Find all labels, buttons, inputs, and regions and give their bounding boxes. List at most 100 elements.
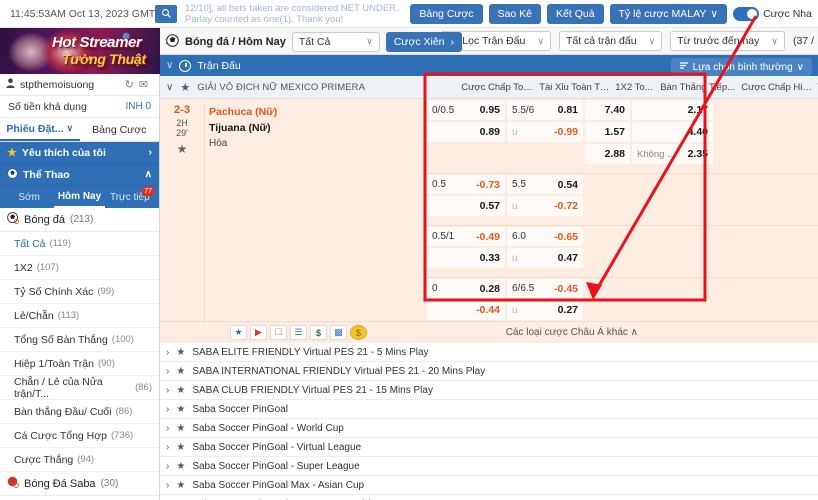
tab-today[interactable]: Hôm Nay	[54, 186, 105, 208]
odds-cell-1x2-draw[interactable]: 1.57	[585, 122, 630, 142]
quick-bet-toggle[interactable]: Cược Nha	[733, 6, 812, 21]
star-icon[interactable]: ★	[180, 81, 190, 94]
star-icon[interactable]: ★	[176, 366, 185, 377]
tab-bet-ticket[interactable]: Phiếu Đặt... ∨	[0, 118, 80, 141]
bet-slip-button[interactable]: Bảng Cược	[410, 3, 483, 24]
tab-bet-list[interactable]: Bảng Cược	[80, 118, 160, 141]
hot-streamer-banner[interactable]: Hot Streamer Tường Thuật	[0, 28, 160, 74]
star-icon[interactable]: ★	[160, 142, 204, 156]
bar-chart-icon[interactable]: ▩	[330, 325, 347, 340]
market-count: (99)	[97, 286, 115, 297]
list-item[interactable]: ›★Saba Soccer PinGoal Max - Copa América	[160, 495, 818, 500]
search-icon[interactable]	[155, 4, 177, 23]
odds-cell-under[interactable]: u -0.99	[507, 122, 583, 142]
date-range-dropdown[interactable]: Từ trước đến nay ∨	[670, 31, 785, 51]
sidebar-market-half-odd-even[interactable]: Chẵn / Lẻ của Nửa trận/T... (86)	[0, 376, 159, 400]
odds-cell-under[interactable]: u 0.47	[507, 248, 583, 268]
tab-live[interactable]: Trực tiếp 77	[105, 186, 155, 208]
sidebar-item-favorites[interactable]: ★ Yêu thích của tôi ›	[0, 142, 159, 164]
odds-cell-over[interactable]: 5.5 0.54	[507, 175, 583, 194]
x2-odd: 1.57	[604, 126, 625, 138]
stats-table-icon[interactable]: ☰	[290, 325, 307, 340]
mail-icon[interactable]: ✉	[139, 78, 148, 91]
chevron-right-icon[interactable]: ›	[166, 442, 169, 453]
star-icon[interactable]: ★	[176, 480, 185, 491]
statement-button[interactable]: Sao Kê	[488, 3, 542, 24]
list-item[interactable]: › ★ SABA ELITE FRIENDLY Virtual PES 21 - 5…	[160, 343, 818, 362]
star-icon[interactable]: ★	[176, 347, 185, 358]
all-matches-dropdown[interactable]: Tất cả trận đấu ∨	[558, 31, 663, 51]
list-item[interactable]: › ★ Saba Soccer PinGoal Max - Asian Cup	[160, 476, 818, 495]
odds-cell-empty	[585, 248, 630, 268]
odds-cell-over[interactable]: 5.5/6 0.81	[507, 100, 583, 120]
play-icon[interactable]: ▶	[250, 325, 267, 340]
odds-cell-under[interactable]: u 0.27	[507, 300, 583, 320]
odds-cell-next-goal-1[interactable]: 2.17	[632, 100, 713, 120]
normal-selection-dropdown[interactable]: Lựa chọn bình thường ∨	[670, 58, 812, 76]
coin-icon[interactable]: $	[350, 325, 367, 340]
category-select[interactable]: Tất Cả ∨	[291, 31, 380, 52]
sidebar-market-odd-even[interactable]: Lẻ/Chẵn (113)	[0, 304, 159, 328]
list-item[interactable]: › ★ Saba Soccer PinGoal	[160, 400, 818, 419]
list-item[interactable]: › ★ SABA CLUB FRIENDLY Virtual PES 21 - 15…	[160, 381, 818, 400]
sidebar-market-1x2[interactable]: 1X2 (107)	[0, 256, 159, 280]
odds-cell-handicap[interactable]: 0.5/1 -0.49	[427, 227, 505, 246]
list-item[interactable]: › ★ SABA INTERNATIONAL FRIENDLY Virtual PE…	[160, 362, 818, 381]
sidebar-market-first-last-goal[interactable]: Bàn thắng Đầu/ Cuối (86)	[0, 400, 159, 424]
chevron-right-icon[interactable]: ›	[166, 423, 169, 434]
user-account-row[interactable]: stpthemoisuong ↻ ✉ chevron-down-icon	[0, 74, 159, 96]
odds-cell-next-goal-none[interactable]: Không ... 2.35	[632, 144, 713, 164]
sidebar-market-half-full[interactable]: Hiệp 1/Toàn Trận (90)	[0, 352, 159, 376]
sidebar-market-total-goals[interactable]: Tổng Số Bàn Thắng (100)	[0, 328, 159, 352]
list-item[interactable]: › ★ Saba Soccer PinGoal - World Cup	[160, 419, 818, 438]
odds-cell-handicap-away[interactable]: 0.89	[427, 122, 505, 142]
star-icon[interactable]: ★	[176, 442, 185, 453]
list-item[interactable]: › ★ Saba Soccer PinGoal - Virtual League	[160, 438, 818, 457]
chevron-right-icon[interactable]: ›	[166, 366, 169, 377]
chevron-right-icon[interactable]: ›	[166, 480, 169, 491]
tab-early[interactable]: Sớm	[4, 186, 54, 208]
odds-cell-empty	[585, 279, 630, 298]
odds-row: 2.88 Không ... 2.35	[427, 143, 818, 165]
sidebar-market-all[interactable]: Tất Cả (119)	[0, 232, 159, 256]
dollar-icon[interactable]: $	[310, 325, 327, 340]
odds-cell-next-goal-2[interactable]: 4.40	[632, 122, 713, 142]
chevron-down-icon[interactable]: ∨	[166, 60, 173, 71]
chevron-right-icon[interactable]: ›	[166, 461, 169, 472]
parlay-button[interactable]: Cược Xiên ›	[385, 31, 463, 52]
list-item[interactable]: › ★ Saba Soccer PinGoal - Super League	[160, 457, 818, 476]
odds-type-dropdown[interactable]: Tỷ lệ cược MALAY ∨	[609, 3, 728, 24]
other-asian-markets-link[interactable]: Các loại cược Châu Á khác ∧	[367, 327, 818, 338]
tv-icon[interactable]: ☐	[270, 325, 287, 340]
odds-cell-under[interactable]: u -0.72	[507, 196, 583, 216]
sidebar-item-sports[interactable]: Thể Thao ∧	[0, 164, 159, 186]
odds-cell-1x2-away[interactable]: 2.88	[585, 144, 630, 164]
odds-cell-handicap-away[interactable]: 0.57	[427, 196, 505, 216]
sidebar-market-correct-score[interactable]: Tỷ Số Chính Xác (99)	[0, 280, 159, 304]
results-button[interactable]: Kết Quả	[547, 3, 604, 24]
star-icon[interactable]: ★	[176, 423, 185, 434]
odds-cell-handicap[interactable]: 0/0.5 0.95	[427, 100, 505, 120]
sidebar-sport-football[interactable]: Bóng đá (213)	[0, 208, 159, 232]
refresh-icon[interactable]: ↻	[125, 78, 134, 91]
star-icon[interactable]: ★	[176, 385, 185, 396]
star-icon[interactable]: ★	[176, 404, 185, 415]
chevron-right-icon[interactable]: ›	[166, 347, 169, 358]
league-list: › ★ SABA ELITE FRIENDLY Virtual PES 21 - 5…	[160, 343, 818, 500]
odds-cell-handicap-away[interactable]: -0.44	[427, 300, 505, 320]
odds-cell-over[interactable]: 6/6.5 -0.45	[507, 279, 583, 298]
odds-cell-handicap-away[interactable]: 0.33	[427, 248, 505, 268]
odds-cell-over[interactable]: 6.0 -0.65	[507, 227, 583, 246]
sidebar-market-mix-parlay[interactable]: Cá Cược Tổng Hợp (736)	[0, 424, 159, 448]
star-icon[interactable]: ★	[176, 461, 185, 472]
star-icon[interactable]: ★	[230, 325, 247, 340]
sidebar-sport-saba-football[interactable]: Bóng Đá Saba (30)	[0, 472, 159, 496]
odds-cell-1x2-home[interactable]: 7.40	[585, 100, 630, 120]
chevron-down-icon[interactable]: ∨	[166, 82, 173, 93]
sidebar-market-outright[interactable]: Cược Thắng (94)	[0, 448, 159, 472]
chevron-right-icon[interactable]: ›	[166, 404, 169, 415]
chevron-right-icon[interactable]: ›	[166, 385, 169, 396]
odds-cell-handicap[interactable]: 0 0.28	[427, 279, 505, 298]
toggle-switch[interactable]	[733, 6, 760, 21]
odds-cell-handicap[interactable]: 0.5 -0.73	[427, 175, 505, 194]
